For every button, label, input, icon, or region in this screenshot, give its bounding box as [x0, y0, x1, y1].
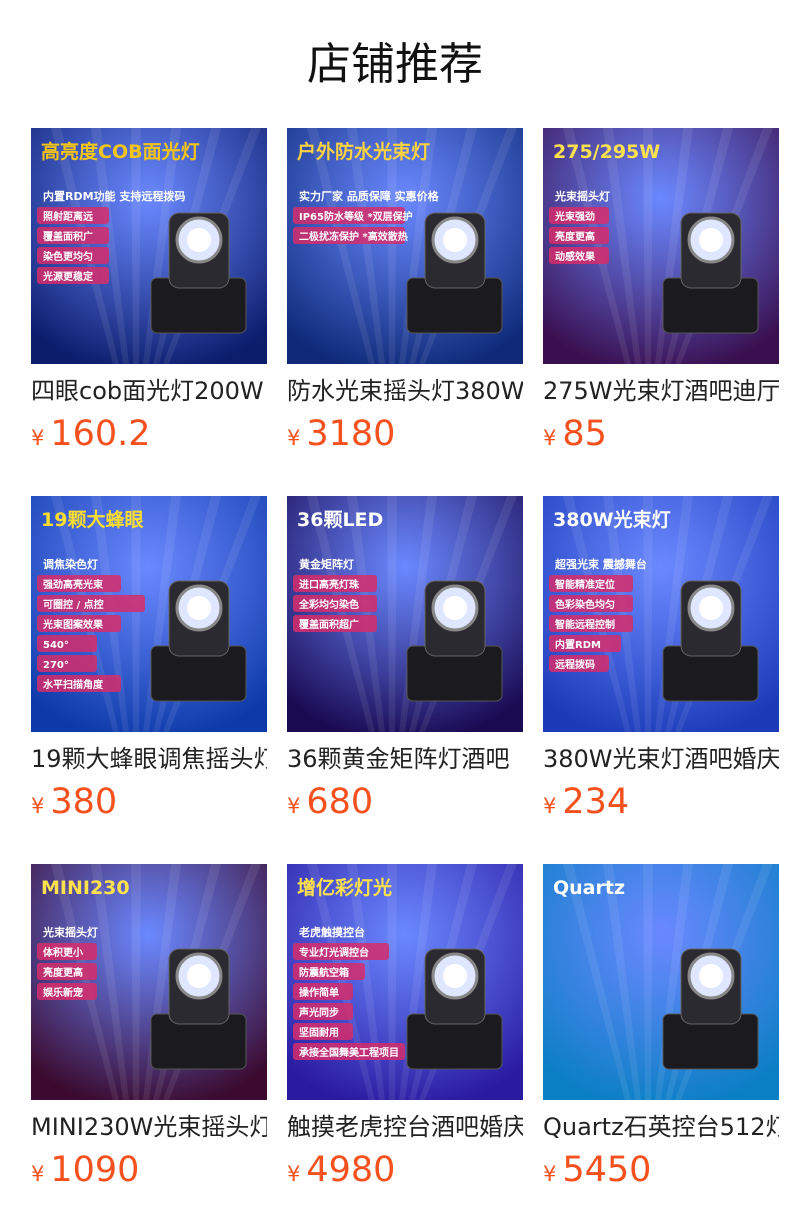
- image-caption: 强劲高亮光束: [43, 578, 104, 591]
- price-value: 5450: [562, 1150, 652, 1190]
- product-image[interactable]: 19颗大蜂眼调焦染色灯强劲高亮光束 可圈控 / 点控 光束图案效果 540° 270° 水…: [31, 496, 267, 732]
- image-caption: 全彩均匀染色: [298, 598, 359, 611]
- image-caption: 户外防水光束灯: [297, 140, 430, 163]
- price-value: 160.2: [50, 414, 151, 454]
- product-name[interactable]: 275W光束灯酒吧迪厅: [543, 374, 779, 408]
- currency-symbol: ¥: [31, 794, 45, 818]
- image-caption: 亮度更高: [555, 230, 595, 243]
- price-value: 85: [562, 414, 607, 454]
- image-caption: 380W光束灯: [553, 508, 671, 531]
- image-caption: 调焦染色灯: [43, 557, 98, 571]
- product-image[interactable]: MINI230 光束摇头灯体积更小亮度更高娱乐新宠: [31, 864, 267, 1100]
- image-caption: 光束摇头灯: [42, 925, 98, 939]
- image-caption: 覆盖面积广: [43, 230, 93, 243]
- product-image[interactable]: Quartz: [543, 864, 779, 1100]
- currency-symbol: ¥: [287, 426, 301, 450]
- currency-symbol: ¥: [31, 1162, 45, 1186]
- image-caption: 坚固耐用: [299, 1026, 339, 1039]
- image-caption: 光束强劲: [554, 210, 595, 223]
- image-caption: 实力厂家 品质保障 实惠价格: [299, 189, 440, 203]
- image-caption: 操作简单: [299, 986, 339, 999]
- product-name[interactable]: 19颗大蜂眼调焦摇头灯: [31, 742, 267, 776]
- product-image[interactable]: 36颗LED 黄金矩阵灯进口高亮灯珠 全彩均匀染色 覆盖面积超广: [287, 496, 523, 732]
- product-price: ¥680: [287, 782, 373, 822]
- price-value: 1090: [50, 1150, 140, 1190]
- image-caption: 智能远程控制: [555, 618, 615, 631]
- product-name[interactable]: 四眼cob面光灯200W: [31, 374, 267, 408]
- page-title: 店铺推荐: [307, 39, 483, 90]
- image-caption: 覆盖面积超广: [299, 618, 359, 631]
- image-caption: 智能精准定位: [555, 578, 615, 591]
- image-caption: 光束摇头灯: [554, 189, 610, 203]
- image-caption: 二极扰冻保护 *高效散热: [299, 230, 408, 243]
- price-value: 3180: [306, 414, 396, 454]
- price-value: 680: [306, 782, 374, 822]
- image-caption: 光束图案效果: [42, 618, 104, 631]
- product-name[interactable]: 防水光束摇头灯380W: [287, 374, 523, 408]
- image-caption: 540°: [43, 640, 69, 651]
- image-caption: 19颗大蜂眼: [41, 508, 143, 531]
- image-caption: 体积更小: [43, 946, 83, 959]
- product-name[interactable]: MINI230W光束摇头灯: [31, 1110, 267, 1144]
- product-name[interactable]: Quartz石英控台512灯光: [543, 1110, 779, 1144]
- price-value: 380: [50, 782, 118, 822]
- currency-symbol: ¥: [31, 426, 45, 450]
- image-caption: 色彩染色均匀: [555, 598, 615, 611]
- image-caption: 声光同步: [298, 1006, 339, 1019]
- image-caption: 染色更均匀: [42, 250, 93, 263]
- image-caption: 老虎触摸控台: [298, 925, 365, 939]
- product-price: ¥4980: [287, 1150, 395, 1190]
- image-caption: 远程拨码: [555, 658, 595, 671]
- product-price: ¥160.2: [31, 414, 151, 454]
- product-name[interactable]: 36颗黄金矩阵灯酒吧: [287, 742, 523, 776]
- price-value: 234: [562, 782, 630, 822]
- image-caption: 水平扫描角度: [42, 678, 104, 691]
- image-caption: 内置RDM: [555, 638, 601, 651]
- currency-symbol: ¥: [543, 426, 557, 450]
- product-image[interactable]: 户外防水光束灯实力厂家 品质保障 实惠价格 IP65防水等级 *双层保护 二极扰冻保…: [287, 128, 523, 364]
- product-price: ¥1090: [31, 1150, 139, 1190]
- product-name[interactable]: 触摸老虎控台酒吧婚庆: [287, 1110, 523, 1144]
- image-caption: 光源更稳定: [42, 270, 93, 283]
- image-caption: IP65防水等级 *双层保护: [299, 210, 413, 223]
- product-price: ¥380: [31, 782, 117, 822]
- product-price: ¥3180: [287, 414, 395, 454]
- image-caption: 275/295W: [553, 141, 660, 163]
- image-caption: 防震航空箱: [299, 966, 349, 979]
- image-caption: 增亿彩灯光: [297, 876, 392, 899]
- product-price: ¥85: [543, 414, 607, 454]
- image-caption: 黄金矩阵灯: [299, 557, 354, 571]
- image-caption: 高亮度COB面光灯: [41, 140, 200, 163]
- currency-symbol: ¥: [543, 794, 557, 818]
- image-caption: 承接全国舞美工程项目: [299, 1046, 399, 1059]
- image-caption: 270°: [43, 660, 69, 671]
- image-caption: 可圈控 / 点控: [43, 598, 104, 611]
- product-name[interactable]: 380W光束灯酒吧婚庆: [543, 742, 779, 776]
- image-caption: 照射距离远: [43, 210, 93, 223]
- image-caption: MINI230: [41, 877, 130, 899]
- image-caption: Quartz: [553, 877, 625, 899]
- price-value: 4980: [306, 1150, 396, 1190]
- image-caption: 专业灯光调控台: [299, 946, 369, 959]
- product-image[interactable]: 275/295W 光束摇头灯光束强劲亮度更高动感效果: [543, 128, 779, 364]
- image-caption: 内置RDM功能 支持远程拨码: [43, 189, 185, 203]
- currency-symbol: ¥: [543, 1162, 557, 1186]
- image-caption: 亮度更高: [43, 966, 83, 979]
- product-image[interactable]: 380W光束灯超强光束 震撼舞台 智能精准定位 色彩染色均匀 智能远程控制 内置RDM 远…: [543, 496, 779, 732]
- image-caption: 进口高亮灯珠: [299, 578, 360, 591]
- image-caption: 娱乐新宠: [43, 986, 83, 999]
- product-image[interactable]: 增亿彩灯光老虎触摸控台 专业灯光调控台 防震航空箱操作简单声光同步坚固耐用承接全国舞…: [287, 864, 523, 1100]
- product-price: ¥234: [543, 782, 629, 822]
- image-caption: 超强光束 震撼舞台: [554, 557, 647, 571]
- product-image[interactable]: 高亮度COB面光灯内置RDM功能 支持远程拨码 照射距离远覆盖面积广染色更均匀光源…: [31, 128, 267, 364]
- currency-symbol: ¥: [287, 1162, 301, 1186]
- image-caption: 36颗LED: [297, 509, 383, 531]
- product-price: ¥5450: [543, 1150, 651, 1190]
- image-caption: 动感效果: [555, 250, 596, 263]
- currency-symbol: ¥: [287, 794, 301, 818]
